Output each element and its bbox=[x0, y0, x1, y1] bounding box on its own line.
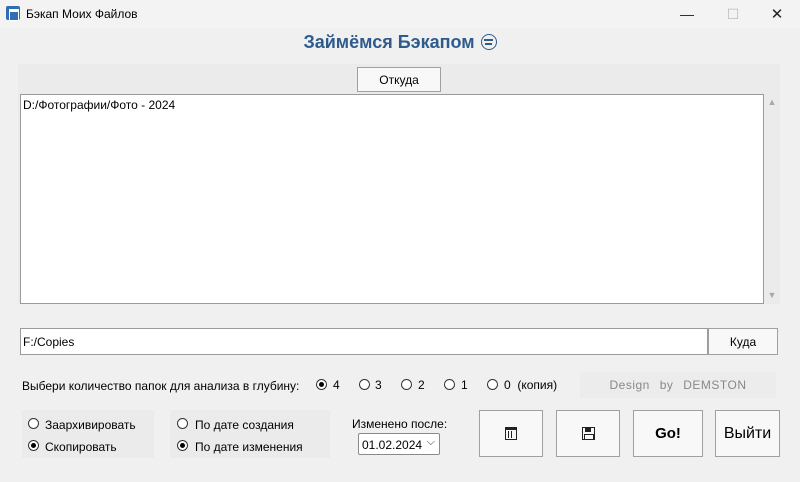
depth-radio-2[interactable] bbox=[401, 379, 412, 390]
source-button[interactable]: Откуда bbox=[357, 67, 441, 92]
page-title: Займёмся Бэкапом bbox=[0, 32, 800, 53]
modified-after-label: Изменено после: bbox=[352, 417, 448, 431]
window-title: Бэкап Моих Файлов bbox=[26, 7, 138, 21]
go-button[interactable]: Go! bbox=[633, 410, 703, 457]
scroll-up-icon[interactable]: ▲ bbox=[766, 97, 778, 107]
floppy-disk-icon bbox=[581, 427, 595, 440]
date-option-label: По дате изменения bbox=[195, 440, 303, 454]
modified-after-datepicker[interactable]: 01.02.2024 ⌵ bbox=[358, 433, 440, 455]
action-option-label: Заархивировать bbox=[45, 418, 136, 432]
app-icon bbox=[6, 6, 20, 21]
save-button[interactable] bbox=[556, 410, 620, 457]
action-radio-archive[interactable] bbox=[28, 418, 39, 429]
destination-button[interactable]: Куда bbox=[708, 328, 778, 355]
smiley-icon bbox=[480, 34, 497, 50]
depth-option-label: 3 bbox=[375, 378, 382, 392]
depth-radio-0[interactable] bbox=[487, 379, 498, 390]
depth-label: Выбери количество папок для анализа в гл… bbox=[22, 379, 300, 393]
source-list[interactable]: D:/Фотографии/Фото - 2024 bbox=[20, 94, 764, 304]
destination-input[interactable]: F:/Copies bbox=[20, 328, 708, 355]
depth-option-label: 4 bbox=[333, 378, 340, 392]
title-bar: Бэкап Моих Файлов — ☐ ✕ bbox=[0, 0, 800, 28]
date-value: 01.02.2024 bbox=[362, 438, 423, 452]
close-button[interactable]: ✕ bbox=[754, 0, 800, 28]
depth-radio-1[interactable] bbox=[444, 379, 455, 390]
scroll-down-icon[interactable]: ▼ bbox=[766, 290, 778, 300]
maximize-button[interactable]: ☐ bbox=[710, 0, 756, 28]
credit-label: Design by DEMSTON bbox=[580, 372, 776, 398]
date-option-label: По дате создания bbox=[195, 418, 294, 432]
depth-option-label: 2 bbox=[418, 378, 425, 392]
depth-radio-3[interactable] bbox=[359, 379, 370, 390]
date-radio-modified[interactable] bbox=[177, 440, 188, 451]
action-option-label: Скопировать bbox=[45, 440, 117, 454]
chevron-down-icon: ⌵ bbox=[426, 436, 435, 448]
minimize-button[interactable]: — bbox=[664, 0, 710, 28]
page-title-text: Займёмся Бэкапом bbox=[303, 32, 475, 52]
depth-option-label: 0 (копия) bbox=[504, 378, 558, 392]
date-radio-created[interactable] bbox=[177, 418, 188, 429]
depth-option-label: 1 bbox=[461, 378, 468, 392]
exit-button[interactable]: Выйти bbox=[715, 410, 780, 457]
action-radio-copy[interactable] bbox=[28, 440, 39, 451]
list-item[interactable]: D:/Фотографии/Фото - 2024 bbox=[23, 98, 175, 112]
trash-icon bbox=[505, 427, 517, 440]
clear-button[interactable] bbox=[479, 410, 543, 457]
depth-radio-4[interactable] bbox=[316, 379, 327, 390]
